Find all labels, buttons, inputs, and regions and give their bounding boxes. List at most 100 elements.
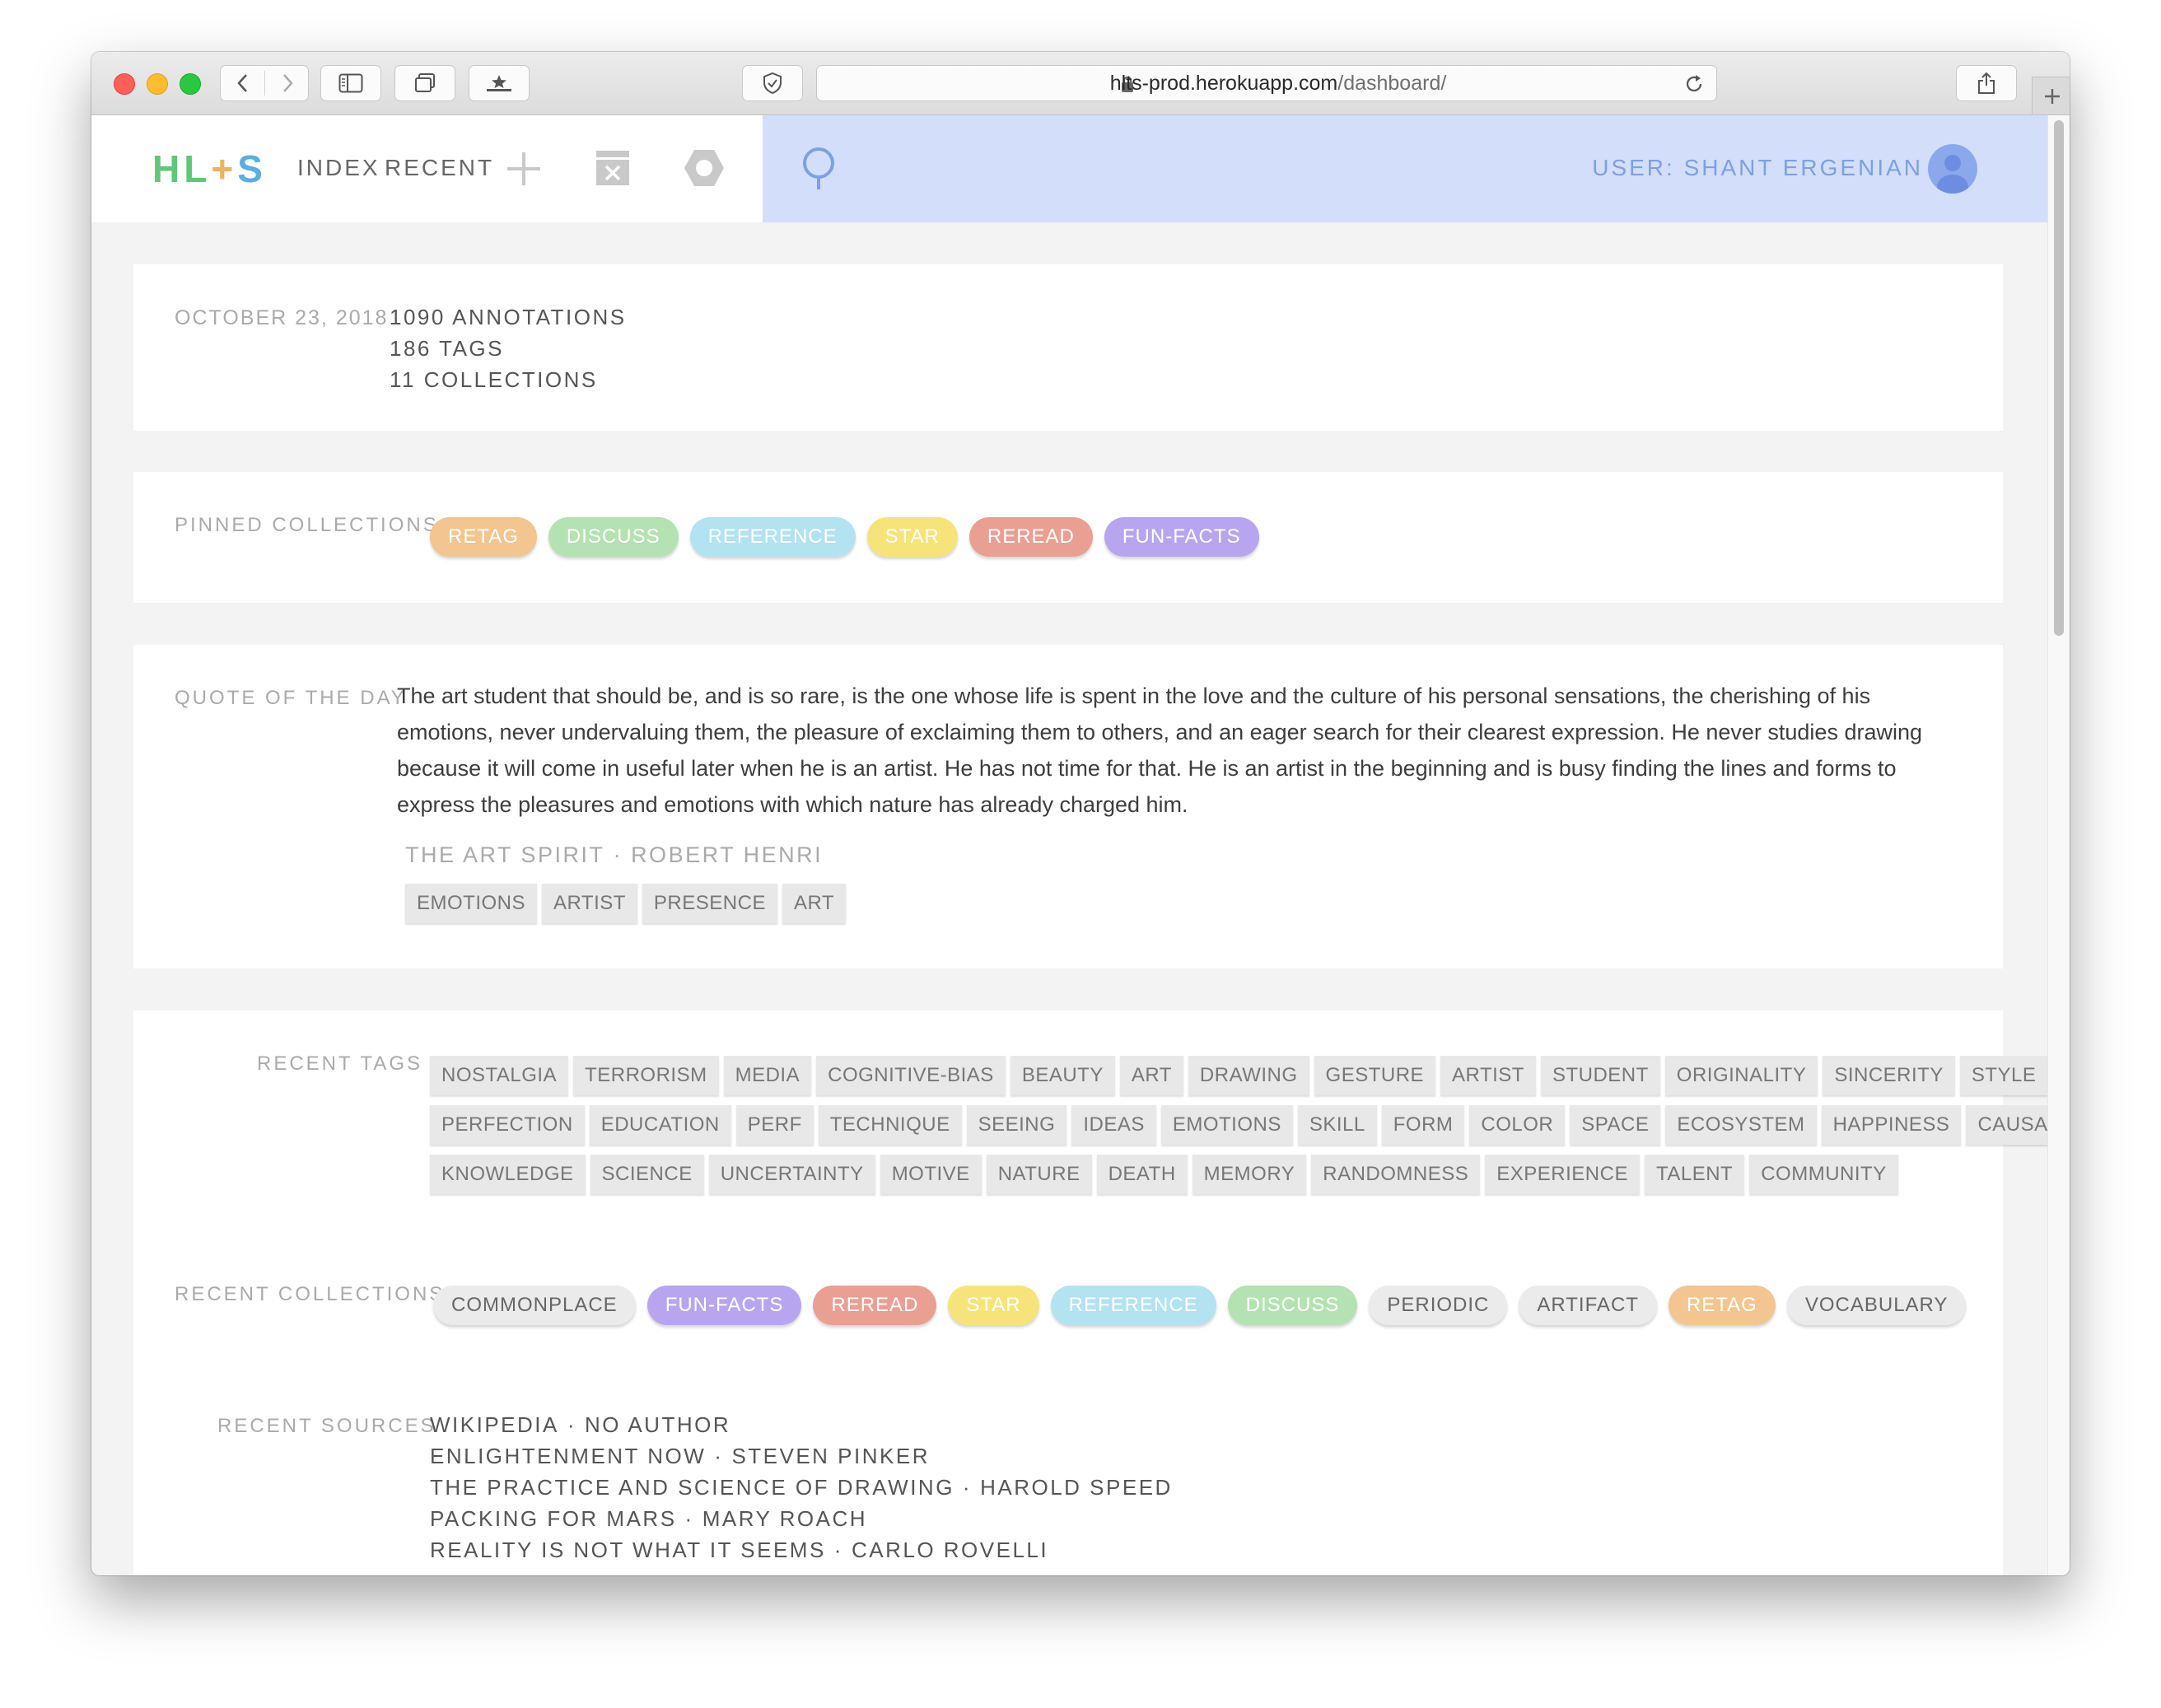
source-author[interactable]: CARLO ROVELLI — [852, 1538, 1048, 1562]
pinned-collection-pill[interactable]: REREAD — [968, 517, 1093, 557]
recent-tag[interactable]: SINCERITY — [1823, 1056, 1955, 1095]
recent-tag[interactable]: ARTIST — [1440, 1056, 1536, 1095]
recent-tag[interactable]: HAPPINESS — [1821, 1105, 1962, 1145]
recent-tag[interactable]: PERFECTION — [430, 1105, 585, 1145]
bookmarks-star-icon[interactable] — [469, 65, 530, 101]
source-title[interactable]: ENLIGHTENMENT NOW — [430, 1444, 706, 1468]
recent-tag[interactable]: MEMORY — [1192, 1155, 1307, 1194]
quote-tag[interactable]: EMOTIONS — [405, 884, 538, 923]
reload-icon[interactable] — [1683, 73, 1705, 99]
recent-tag[interactable]: BEAUTY — [1010, 1056, 1115, 1095]
recent-tag[interactable]: TERRORISM — [573, 1056, 719, 1095]
minimize-window-button[interactable] — [147, 73, 168, 95]
recent-tag[interactable]: NATURE — [986, 1155, 1092, 1194]
pinned-collection-pill[interactable]: STAR — [866, 517, 958, 557]
recent-collection-pill[interactable]: STAR — [948, 1286, 1039, 1325]
recent-tag[interactable]: FORM — [1381, 1105, 1465, 1145]
recent-tag[interactable]: SCIENCE — [590, 1155, 704, 1194]
recent-tag[interactable]: SKILL — [1297, 1105, 1377, 1145]
settings-hexagon-icon[interactable] — [683, 148, 726, 192]
forward-arrow-icon[interactable] — [278, 72, 296, 94]
recent-tag[interactable]: MEDIA — [723, 1056, 812, 1095]
collections-count[interactable]: 11 COLLECTIONS — [390, 364, 627, 395]
recent-tag[interactable]: TALENT — [1644, 1155, 1745, 1194]
recent-source-item[interactable]: ENLIGHTENMENT NOW · STEVEN PINKER — [430, 1440, 1173, 1472]
recent-collection-pill[interactable]: DISCUSS — [1227, 1286, 1358, 1325]
source-author[interactable]: STEVEN PINKER — [731, 1444, 930, 1468]
recent-collection-pill[interactable]: FUN-FACTS — [646, 1286, 802, 1325]
app-logo[interactable]: HL+S — [152, 147, 267, 191]
recent-tag[interactable]: SPACE — [1570, 1105, 1661, 1145]
source-author[interactable]: NO AUTHOR — [585, 1412, 730, 1437]
pinned-collection-pill[interactable]: RETAG — [430, 517, 537, 557]
recent-source-item[interactable]: WIKIPEDIA · NO AUTHOR — [430, 1409, 1173, 1440]
recent-tag[interactable]: COLOR — [1469, 1105, 1566, 1145]
pinned-collection-pill[interactable]: FUN-FACTS — [1104, 517, 1259, 557]
archive-icon[interactable] — [595, 150, 630, 190]
sidebar-icon[interactable] — [320, 65, 381, 101]
avatar[interactable] — [1928, 144, 1977, 194]
recent-tag[interactable]: DRAWING — [1188, 1056, 1309, 1095]
recent-tag[interactable]: RANDOMNESS — [1311, 1155, 1481, 1194]
search-icon[interactable] — [800, 147, 837, 197]
add-annotation-icon[interactable] — [505, 150, 543, 192]
recent-tag[interactable]: DEATH — [1096, 1155, 1188, 1194]
new-tab-button[interactable] — [2032, 77, 2070, 114]
back-arrow-icon[interactable] — [234, 72, 252, 94]
recent-tag[interactable]: EMOTIONS — [1160, 1105, 1293, 1145]
pinned-collection-pill[interactable]: REFERENCE — [689, 517, 856, 557]
recent-tag[interactable]: KNOWLEDGE — [430, 1155, 586, 1194]
privacy-shield-icon[interactable] — [742, 65, 803, 101]
quote-source-title[interactable]: THE ART SPIRIT — [405, 842, 605, 867]
recent-tag[interactable]: ECOSYSTEM — [1665, 1105, 1817, 1145]
nav-index-link[interactable]: INDEX — [297, 153, 380, 183]
annotations-count[interactable]: 1090 ANNOTATIONS — [390, 301, 627, 333]
close-window-button[interactable] — [114, 73, 135, 95]
quote-tag[interactable]: PRESENCE — [642, 884, 777, 923]
tags-count[interactable]: 186 TAGS — [390, 333, 627, 364]
page-scrollbar[interactable] — [2047, 115, 2070, 1575]
recent-tag[interactable]: COGNITIVE-BIAS — [816, 1056, 1006, 1095]
recent-collection-pill[interactable]: PERIODIC — [1369, 1286, 1508, 1325]
source-author[interactable]: HAROLD SPEED — [980, 1475, 1173, 1500]
recent-tag[interactable]: EDUCATION — [589, 1105, 731, 1145]
recent-source-item[interactable]: REALITY IS NOT WHAT IT SEEMS · CARLO ROVEL… — [430, 1534, 1173, 1566]
pinned-collection-pill[interactable]: DISCUSS — [548, 517, 679, 557]
recent-collection-pill[interactable]: REFERENCE — [1050, 1286, 1216, 1325]
recent-tag[interactable]: SEEING — [966, 1105, 1067, 1145]
address-bar[interactable]: hlts-prod.herokuapp.com/dashboard/ — [816, 65, 1717, 101]
recent-tag[interactable]: ART — [1119, 1056, 1183, 1095]
recent-collection-pill[interactable]: RETAG — [1668, 1286, 1776, 1325]
recent-tag[interactable]: EXPERIENCE — [1485, 1155, 1640, 1194]
recent-tag[interactable]: PERF — [735, 1105, 814, 1145]
source-title[interactable]: THE PRACTICE AND SCIENCE OF DRAWING — [430, 1475, 954, 1500]
recent-tag[interactable]: TECHNIQUE — [818, 1105, 962, 1145]
recent-collection-pill[interactable]: VOCABULARY — [1786, 1286, 1967, 1325]
nav-recent-link[interactable]: RECENT — [385, 153, 494, 183]
recent-tag[interactable]: COMMUNITY — [1749, 1155, 1898, 1194]
recent-tag[interactable]: UNCERTAINTY — [708, 1155, 875, 1194]
recent-source-item[interactable]: THE PRACTICE AND SCIENCE OF DRAWING · HARO… — [430, 1472, 1173, 1503]
recent-tag[interactable]: MOTIVE — [880, 1155, 982, 1194]
recent-source-item[interactable]: PACKING FOR MARS · MARY ROACH — [430, 1503, 1173, 1534]
tab-overview-icon[interactable] — [394, 65, 455, 101]
source-title[interactable]: WIKIPEDIA — [430, 1412, 559, 1437]
share-icon[interactable] — [1956, 65, 2017, 101]
recent-tag[interactable]: STUDENT — [1540, 1056, 1660, 1095]
scrollbar-thumb[interactable] — [2054, 120, 2064, 636]
quote-tag[interactable]: ARTIST — [542, 884, 637, 923]
recent-tag[interactable]: STYLE — [1959, 1056, 2048, 1095]
source-title[interactable]: PACKING FOR MARS — [430, 1506, 677, 1531]
source-title[interactable]: REALITY IS NOT WHAT IT SEEMS — [430, 1538, 826, 1562]
recent-collection-pill[interactable]: COMMONPLACE — [433, 1286, 636, 1325]
user-label[interactable]: USER: SHANT ERGENIAN — [1592, 153, 1923, 183]
quote-author[interactable]: ROBERT HENRI — [631, 842, 823, 867]
recent-tag[interactable]: NOSTALGIA — [430, 1056, 569, 1095]
zoom-window-button[interactable] — [180, 73, 201, 95]
recent-collection-pill[interactable]: ARTIFACT — [1519, 1286, 1657, 1325]
recent-collection-pill[interactable]: REREAD — [813, 1286, 937, 1325]
quote-tag[interactable]: ART — [782, 884, 847, 923]
recent-tag[interactable]: ORIGINALITY — [1664, 1056, 1818, 1095]
recent-tag[interactable]: IDEAS — [1071, 1105, 1156, 1145]
source-author[interactable]: MARY ROACH — [702, 1506, 867, 1531]
